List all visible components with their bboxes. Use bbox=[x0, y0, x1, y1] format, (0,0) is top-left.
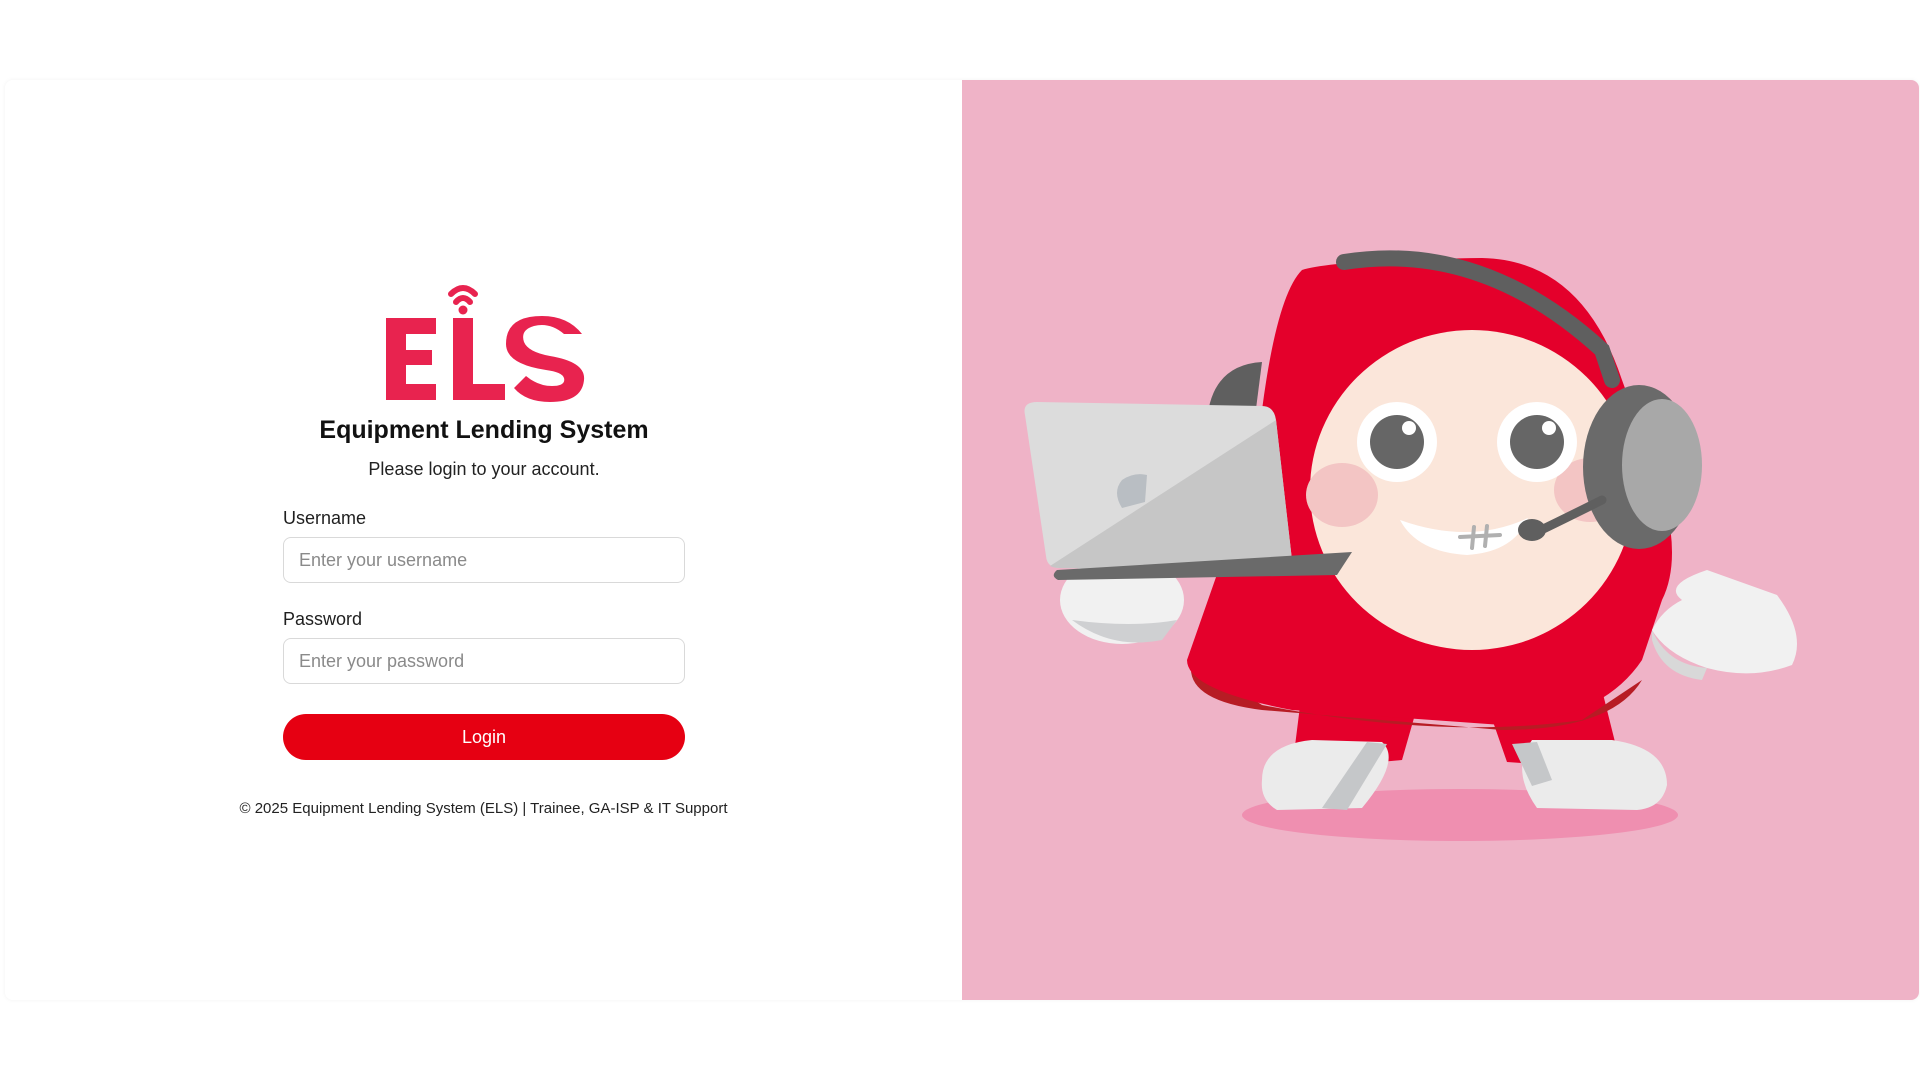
username-label: Username bbox=[283, 508, 367, 528]
mascot-with-headset-and-laptop-illustration bbox=[1024, 250, 1797, 841]
login-panel: Equipment Lending System Please login to… bbox=[5, 80, 962, 1000]
page-title: Equipment Lending System bbox=[319, 416, 649, 444]
page-subtitle: Please login to your account. bbox=[368, 459, 600, 479]
password-input[interactable] bbox=[283, 638, 685, 684]
login-card: Equipment Lending System Please login to… bbox=[5, 80, 1919, 1000]
illustration-panel bbox=[962, 80, 1919, 1000]
els-logo bbox=[386, 285, 585, 402]
username-input[interactable] bbox=[283, 537, 685, 583]
login-form: Equipment Lending System Please login to… bbox=[283, 280, 685, 760]
login-button[interactable]: Login bbox=[283, 714, 685, 760]
footer-copyright: © 2025 Equipment Lending System (ELS) | … bbox=[239, 800, 728, 817]
password-label: Password bbox=[283, 609, 363, 629]
